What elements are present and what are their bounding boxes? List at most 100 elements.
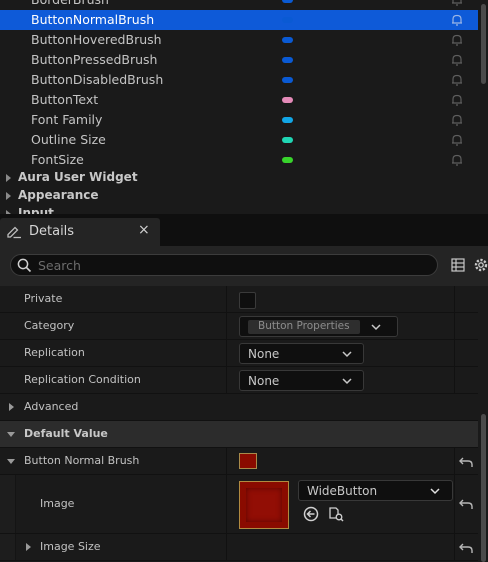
image-thumbnail[interactable]: [239, 481, 289, 529]
bell-icon[interactable]: [450, 13, 464, 27]
property-row-replication-condition: Replication Condition None: [0, 367, 478, 394]
chevron-down-icon: [342, 351, 352, 358]
variable-row[interactable]: ButtonNormalBrush: [0, 10, 478, 30]
variable-row[interactable]: BorderBrush: [0, 0, 478, 10]
variable-name: ButtonDisabledBrush: [31, 72, 164, 87]
variable-type-pin-icon: [282, 77, 293, 83]
replication-value: None: [248, 347, 280, 361]
variables-panel: BorderBrush ButtonNormalBrush ButtonHovere…: [0, 0, 488, 214]
replication-condition-value: None: [248, 374, 280, 388]
image-thumbnail-preview: [246, 488, 282, 522]
variables-scrollbar[interactable]: [481, 4, 486, 84]
tab-details[interactable]: Details ×: [0, 218, 160, 246]
image-asset-picker[interactable]: WideButton: [298, 480, 453, 501]
property-label-button-normal-brush: Button Normal Brush: [24, 454, 140, 467]
variable-row[interactable]: ButtonDisabledBrush: [0, 70, 478, 90]
search-icon: [17, 258, 32, 273]
property-label-category: Category: [24, 319, 75, 332]
property-row-category: Category Button Properties: [0, 313, 478, 340]
property-label-replication-condition: Replication Condition: [24, 373, 141, 386]
variable-row[interactable]: Font Family: [0, 110, 478, 130]
variable-type-pin-icon: [282, 97, 293, 103]
details-tab-bar: Details ×: [0, 214, 488, 246]
variable-type-pin-icon: [282, 57, 293, 63]
variable-category-row[interactable]: Aura User Widget: [0, 169, 478, 187]
property-row-replication: Replication None: [0, 340, 478, 367]
replication-condition-dropdown[interactable]: None: [239, 370, 364, 391]
replication-dropdown[interactable]: None: [239, 343, 364, 364]
expand-arrow-icon[interactable]: [6, 174, 11, 182]
advanced-section[interactable]: Advanced: [0, 394, 478, 421]
category-value-pill: Button Properties: [248, 320, 360, 334]
property-label-private: Private: [24, 292, 63, 305]
variable-type-pin-icon: [282, 137, 293, 143]
bell-icon[interactable]: [450, 113, 464, 127]
expand-arrow-icon[interactable]: [9, 403, 14, 411]
indent-guide: [0, 534, 16, 560]
expand-arrow-icon[interactable]: [6, 192, 11, 200]
pencil-icon: [7, 226, 21, 239]
variable-row[interactable]: ButtonPressedBrush: [0, 50, 478, 70]
search-placeholder: Search: [38, 258, 81, 273]
category-dropdown[interactable]: Button Properties: [239, 316, 398, 337]
variable-category-row[interactable]: Input: [0, 205, 478, 214]
reset-to-default-icon[interactable]: [459, 498, 473, 510]
details-scrollbar[interactable]: [481, 414, 486, 562]
tab-details-label: Details: [29, 224, 75, 239]
bell-icon[interactable]: [450, 53, 464, 67]
use-selected-asset-icon[interactable]: [303, 506, 319, 522]
variable-type-pin-icon: [282, 117, 293, 123]
collapse-arrow-icon[interactable]: [7, 459, 15, 464]
property-row-private: Private: [0, 286, 478, 313]
variable-row[interactable]: ButtonHoveredBrush: [0, 30, 478, 50]
variable-name: ButtonPressedBrush: [31, 52, 158, 67]
search-input[interactable]: Search: [10, 254, 438, 276]
bell-icon[interactable]: [450, 73, 464, 87]
gear-icon[interactable]: [473, 257, 488, 273]
reset-to-default-icon[interactable]: [459, 542, 473, 554]
chevron-down-icon: [342, 378, 352, 385]
expand-arrow-icon[interactable]: [26, 543, 31, 551]
image-asset-name: WideButton: [307, 484, 378, 498]
details-property-grid: Private Category Button Properties Repli…: [0, 286, 488, 562]
bell-icon[interactable]: [450, 133, 464, 147]
variable-name: ButtonHoveredBrush: [31, 32, 162, 47]
variable-name: BorderBrush: [31, 0, 109, 7]
details-search-bar: Search: [0, 246, 488, 286]
chevron-down-icon: [371, 324, 381, 331]
variable-row[interactable]: ButtonText: [0, 90, 478, 110]
property-row-image: Image WideButton: [0, 475, 478, 534]
variable-row[interactable]: Outline Size: [0, 130, 478, 150]
variable-category-label: Input: [18, 206, 54, 214]
category-default-value[interactable]: Default Value: [0, 421, 478, 448]
variable-type-pin-icon: [282, 37, 293, 43]
variable-type-pin-icon: [282, 0, 293, 3]
variable-type-pin-icon: [282, 17, 293, 23]
chevron-down-icon: [430, 488, 440, 495]
variable-name: ButtonNormalBrush: [31, 12, 155, 27]
collapse-arrow-icon[interactable]: [7, 432, 15, 437]
property-row-button-normal-brush: Button Normal Brush: [0, 448, 478, 475]
private-checkbox[interactable]: [239, 292, 256, 309]
reset-to-default-icon[interactable]: [459, 456, 473, 468]
property-label-replication: Replication: [24, 346, 85, 359]
bell-icon[interactable]: [450, 93, 464, 107]
close-icon[interactable]: ×: [138, 222, 150, 238]
variable-name: ButtonText: [31, 92, 99, 107]
variable-type-pin-icon: [282, 157, 293, 163]
variable-name: Outline Size: [31, 132, 106, 147]
bell-icon[interactable]: [450, 0, 464, 7]
advanced-label: Advanced: [24, 400, 79, 413]
variable-name: FontSize: [31, 152, 84, 167]
variable-category-row[interactable]: Appearance: [0, 187, 478, 205]
brush-color-swatch[interactable]: [239, 453, 257, 469]
bell-icon[interactable]: [450, 153, 464, 167]
property-label-image: Image: [40, 497, 75, 510]
browse-asset-icon[interactable]: [328, 506, 344, 522]
grid-view-icon[interactable]: [451, 258, 465, 272]
default-value-label: Default Value: [24, 427, 108, 440]
variable-category-label: Aura User Widget: [18, 170, 138, 184]
variable-row[interactable]: FontSize: [0, 150, 478, 170]
category-value: Button Properties: [258, 320, 350, 332]
bell-icon[interactable]: [450, 33, 464, 47]
